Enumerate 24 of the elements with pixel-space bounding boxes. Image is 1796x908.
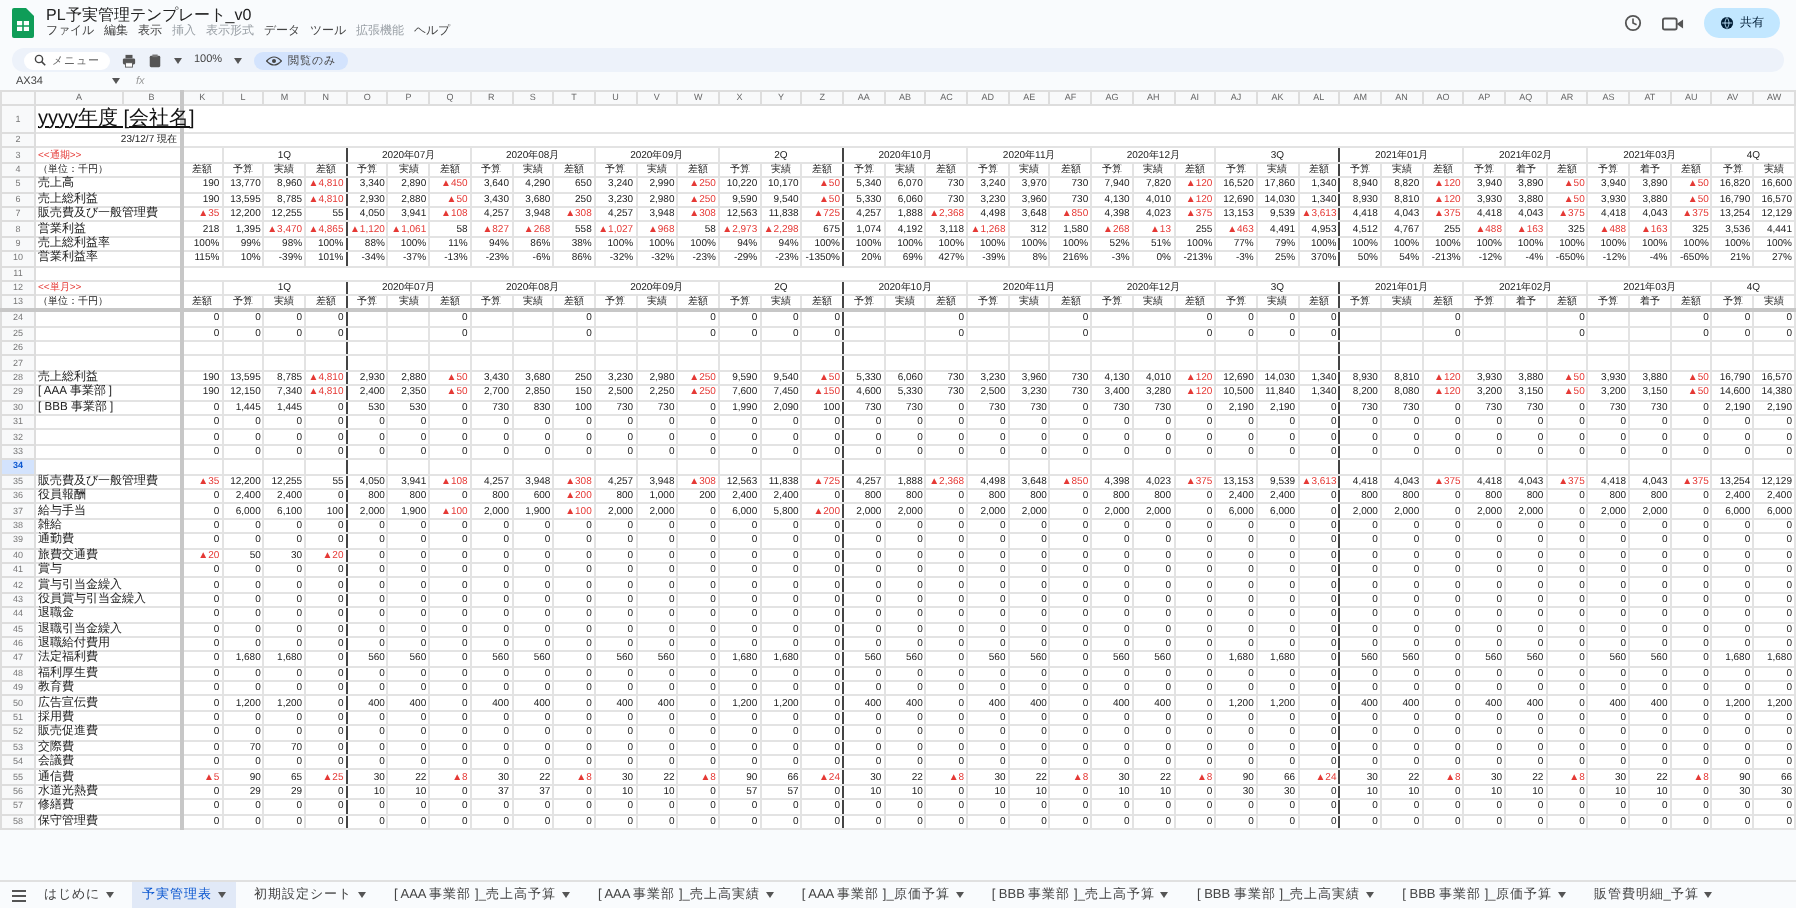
search-icon	[34, 54, 46, 66]
caret-icon	[112, 78, 120, 84]
caret-icon	[561, 892, 570, 898]
sheet-title: yyyy年度 [会社名]	[38, 107, 195, 129]
caret-icon	[234, 57, 243, 63]
print-icon[interactable]	[122, 53, 136, 67]
caret-icon	[955, 892, 964, 898]
caret-icon	[174, 57, 182, 63]
caret-icon	[218, 892, 226, 898]
video-call-icon[interactable]	[1662, 15, 1684, 31]
caret-icon	[765, 892, 774, 898]
eye-icon	[266, 55, 283, 65]
sheets-logo-icon[interactable]	[12, 8, 34, 38]
caret-icon	[1160, 892, 1169, 898]
menu-icon[interactable]	[12, 889, 26, 901]
history-icon[interactable]	[1624, 14, 1642, 32]
caret-icon	[358, 892, 366, 898]
document-title: PL予実管理テンプレート_v0	[46, 6, 254, 24]
caret-icon	[1704, 892, 1713, 898]
caret-icon	[106, 892, 114, 898]
clipboard-icon[interactable]	[148, 53, 162, 67]
caret-icon	[1366, 892, 1375, 898]
caret-icon	[1557, 892, 1566, 898]
globe-icon	[1720, 16, 1734, 30]
